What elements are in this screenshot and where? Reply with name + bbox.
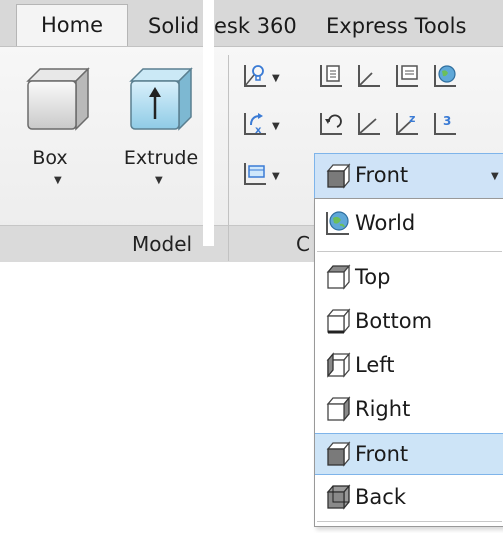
extrude-icon[interactable] [123, 59, 199, 135]
tab-express-tools[interactable]: Express Tools [326, 6, 466, 46]
ucs-z-axis-icon[interactable]: z [394, 111, 420, 137]
list-item-top[interactable]: Top [315, 257, 503, 297]
ucs-named-icon[interactable] [318, 63, 344, 89]
list-item-label: Top [355, 265, 391, 289]
list-item-world[interactable]: World [315, 203, 503, 243]
tab-autodesk-360[interactable]: esk 360 [214, 6, 297, 46]
list-item-bottom[interactable]: Bottom [315, 301, 503, 341]
ucs-face-dropdown-caret[interactable]: ▼ [272, 171, 280, 182]
ribbon-tab-strip: Home Solid esk 360 Express Tools [0, 0, 503, 47]
box-dropdown-caret[interactable]: ▼ [54, 175, 62, 186]
view-dropdown-caret[interactable]: ▼ [491, 171, 499, 182]
svg-text:x: x [255, 125, 262, 136]
cube-left-icon [324, 351, 352, 379]
view-dropdown[interactable]: Front ▼ [314, 153, 503, 201]
ucs-origin-icon[interactable] [356, 63, 382, 89]
list-item-label: Left [355, 353, 395, 377]
cube-top-icon [324, 263, 352, 291]
screenshot-cut-gap [203, 0, 214, 246]
ucs-3-icon[interactable]: 3 [432, 111, 458, 137]
list-item-label: Bottom [355, 309, 433, 333]
list-divider [317, 521, 502, 522]
ucs-icon[interactable] [242, 63, 268, 89]
svg-text:z: z [409, 112, 415, 125]
ucs-view-icon[interactable] [394, 63, 420, 89]
list-item-right[interactable]: Right [315, 389, 503, 429]
extrude-dropdown-caret[interactable]: ▼ [155, 175, 163, 186]
tab-solid[interactable]: Solid [148, 6, 199, 46]
ucs-dropdown-caret[interactable]: ▼ [272, 73, 280, 84]
ucs-world-icon[interactable] [432, 63, 458, 89]
cube-front-icon [324, 162, 352, 190]
ucs-previous-icon[interactable] [318, 111, 344, 137]
list-item-label: Back [355, 485, 406, 509]
box-icon[interactable] [20, 59, 96, 135]
list-item-front[interactable]: Front [315, 433, 503, 475]
list-divider [317, 251, 502, 252]
list-item-label: Front [355, 442, 409, 466]
globe-icon [324, 209, 352, 237]
panel-divider [228, 55, 229, 261]
cube-back-icon [324, 483, 352, 511]
list-item-back[interactable]: Back [315, 477, 503, 517]
ucs-3point-icon[interactable] [356, 111, 382, 137]
tab-home[interactable]: Home [16, 4, 128, 47]
cube-right-icon [324, 395, 352, 423]
ucs-object-dropdown-caret[interactable]: ▼ [272, 121, 280, 132]
view-dropdown-value: Front [355, 163, 409, 187]
extrude-button-label[interactable]: Extrude [116, 147, 206, 169]
panel-label-modeling[interactable]: Model [132, 232, 192, 256]
list-item-label: Right [355, 397, 411, 421]
cube-front-icon [324, 440, 352, 468]
svg-text:3: 3 [443, 114, 451, 128]
list-item-label: World [355, 211, 416, 235]
ucs-object-icon[interactable]: x [242, 111, 268, 137]
view-dropdown-list: World Top Bottom Left Right Front Back [314, 198, 503, 527]
list-item-left[interactable]: Left [315, 345, 503, 385]
box-button-label[interactable]: Box [20, 147, 80, 169]
panel-label-coordinates[interactable]: C [296, 232, 310, 256]
cube-bottom-icon [324, 307, 352, 335]
ucs-face-icon[interactable] [242, 161, 268, 187]
